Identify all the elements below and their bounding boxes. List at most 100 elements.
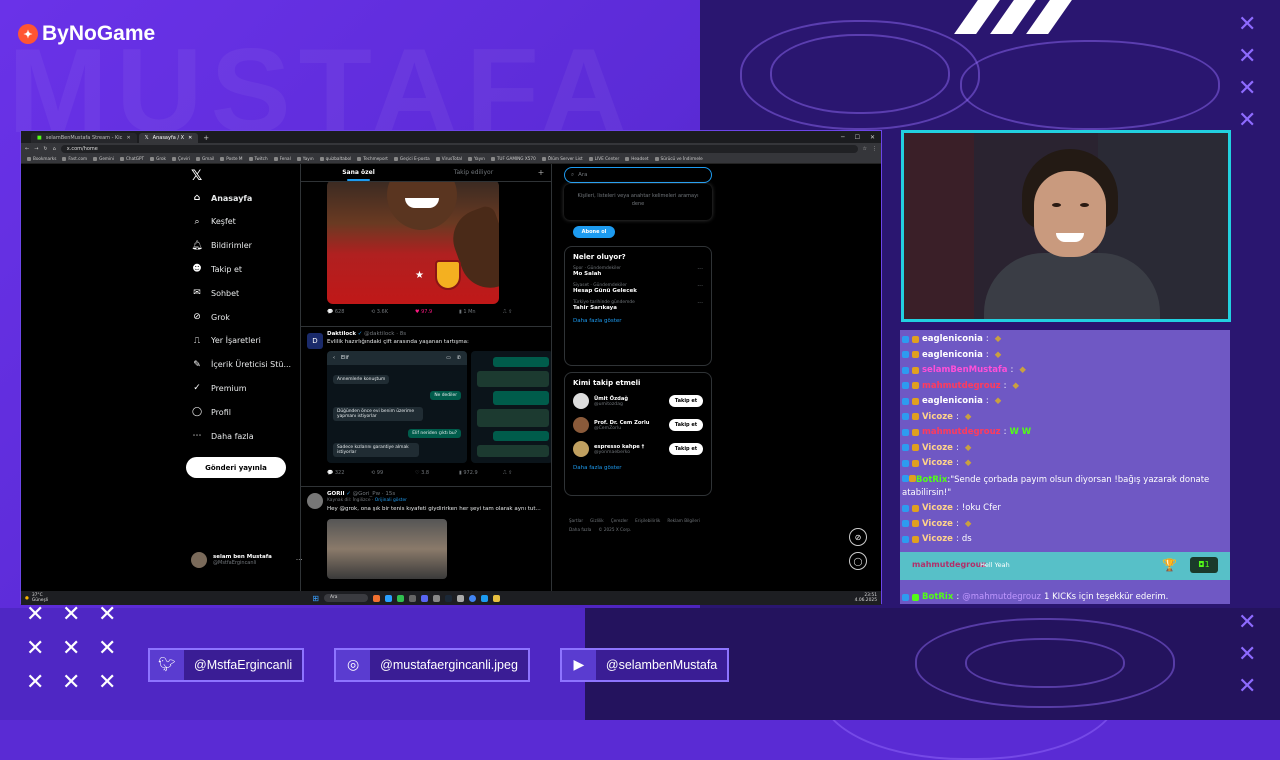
follow-suggestion[interactable]: Ümit Özdağ @umitozdag Takip et: [565, 389, 711, 413]
chat-username[interactable]: eagleniconia: [922, 334, 983, 344]
nav-item-bookmarks[interactable]: ⎍ Yer İşaretleri: [192, 336, 261, 346]
account-switcher[interactable]: selam ben Mustafa @MstfaErgincanli ···: [191, 552, 303, 568]
browser-tab[interactable]: ■ selamBenMustafa Stream - Kic ✕: [31, 133, 137, 143]
bookmark-item[interactable]: quizbaltabol: [319, 156, 351, 161]
post-image-tennis[interactable]: [327, 519, 447, 579]
subscribe-button[interactable]: Abone ol: [573, 226, 615, 238]
footer-link[interactable]: Daha fazla: [569, 525, 591, 534]
chat-username[interactable]: Vicoze: [922, 412, 953, 422]
app-icon[interactable]: [396, 594, 404, 602]
messages-icon[interactable]: ◯: [849, 552, 867, 570]
nav-item-creator-studio[interactable]: ✎ İçerik Üreticisi Stü...: [192, 360, 291, 370]
chat-username[interactable]: mahmutdegrouz: [922, 427, 1001, 437]
tab-for-you[interactable]: Sana özel: [301, 164, 416, 181]
follow-button[interactable]: Takip et: [669, 419, 703, 431]
avatar[interactable]: D: [307, 333, 323, 349]
browser-tab-active[interactable]: 𝕏 Anasayfa / X ✕: [138, 133, 199, 143]
follow-button[interactable]: Takip et: [669, 443, 703, 455]
back-icon[interactable]: ←: [25, 146, 29, 152]
chat-username[interactable]: mahmutdegrouz: [922, 381, 1001, 391]
weather-widget[interactable]: ● 37°C Güneşli: [25, 593, 48, 603]
tab-following[interactable]: Takip ediliyor: [416, 164, 531, 181]
view-count[interactable]: ▮ 972.9: [459, 470, 503, 476]
app-icon[interactable]: [456, 594, 464, 602]
footer-link[interactable]: Çerezler: [611, 516, 628, 525]
social-link[interactable]: ◎ @mustafaergincanli.jpeg: [334, 648, 530, 682]
avatar[interactable]: [307, 493, 323, 509]
windows-start-icon[interactable]: ⊞: [312, 594, 319, 603]
show-more-link[interactable]: Daha fazla göster: [565, 461, 711, 477]
post-gorii[interactable]: GORII ✓ @Gori_Pw · 15s Kaynak dil: İngil…: [301, 486, 551, 591]
post-button[interactable]: Gönderi yayınla: [186, 457, 286, 478]
bookmark-icon[interactable]: ⎍ ⇪: [503, 309, 547, 315]
url-field[interactable]: x.com/home: [60, 144, 858, 153]
follow-button[interactable]: Takip et: [669, 395, 703, 407]
bookmark-item[interactable]: Twitch: [248, 156, 268, 161]
chat-username[interactable]: selamBenMustafa: [922, 365, 1007, 375]
bookmark-item[interactable]: Yayın: [296, 156, 314, 161]
nav-item-explore[interactable]: ⌕ Keşfet: [192, 217, 235, 227]
nav-item-notifications[interactable]: 🔔︎ Bildirimler: [191, 241, 252, 251]
steam-icon[interactable]: [444, 594, 452, 602]
bookmark-item[interactable]: LIVE Center: [588, 156, 619, 161]
app-icon[interactable]: [480, 594, 488, 602]
bookmark-item[interactable]: Techmeport: [357, 156, 388, 161]
star-icon[interactable]: ☆: [863, 146, 867, 152]
post-image-chat[interactable]: ‹ Elif ▭ ✆ Annemlerle konuştum Ne dediler D…: [327, 351, 467, 463]
footer-link[interactable]: © 2025 X Corp.: [598, 525, 631, 534]
post-image-football-player[interactable]: ★: [327, 180, 499, 304]
highlight-username[interactable]: mahmutdegrouz: [912, 560, 986, 569]
more-icon[interactable]: ···: [697, 266, 703, 273]
chat-username[interactable]: Vicoze: [922, 443, 953, 453]
home-icon[interactable]: ⌂: [53, 146, 56, 152]
chat-mention[interactable]: @mahmutdegrouz: [962, 592, 1041, 602]
bookmark-item[interactable]: Poste M: [220, 156, 243, 161]
show-more-link[interactable]: Daha fazla göster: [565, 314, 711, 330]
chat-username[interactable]: Vicoze: [922, 458, 953, 468]
search-input[interactable]: ⌕ Ara: [564, 167, 712, 183]
avatar[interactable]: [573, 441, 589, 457]
minimize-icon[interactable]: ─: [841, 133, 845, 143]
nav-item-premium[interactable]: ✓ Premium: [192, 383, 246, 393]
close-icon[interactable]: ✕: [126, 133, 130, 143]
bookmark-item[interactable]: Gemini: [93, 156, 114, 161]
chat-username[interactable]: Vicoze: [922, 519, 953, 529]
post-image-chat-2[interactable]: [471, 351, 551, 463]
extensions-icon[interactable]: ⋮: [872, 146, 877, 152]
footer-link[interactable]: Erişilebilirlik: [635, 516, 660, 525]
app-icon[interactable]: [372, 594, 380, 602]
bookmark-icon[interactable]: ⎍ ⇪: [503, 470, 547, 476]
maximize-icon[interactable]: ☐: [855, 133, 860, 143]
folder-icon[interactable]: [492, 594, 500, 602]
bookmark-item[interactable]: Çeviri: [172, 156, 190, 161]
app-icon[interactable]: [384, 594, 392, 602]
chat-username[interactable]: Vicoze: [922, 534, 953, 544]
x-logo-icon[interactable]: 𝕏: [191, 168, 202, 184]
taskbar-search[interactable]: Ara: [323, 594, 368, 602]
show-original-link[interactable]: Orijinali göster: [375, 498, 407, 503]
post-author[interactable]: Daktilock: [327, 331, 356, 337]
view-count[interactable]: ▮ 1 Mn: [459, 309, 503, 315]
add-tab-icon[interactable]: +: [531, 164, 551, 181]
reply-count[interactable]: 💬 628: [327, 309, 371, 315]
bookmark-item[interactable]: Ölüm Server List: [541, 156, 583, 161]
chrome-icon[interactable]: [468, 594, 476, 602]
reply-count[interactable]: 💬 322: [327, 470, 371, 476]
clock[interactable]: 23:51 4.06.2025: [855, 593, 877, 603]
like-count[interactable]: ♥ 97.9: [415, 309, 459, 315]
avatar[interactable]: [573, 417, 589, 433]
trend-item[interactable]: Spor · Gündemdekiler Mo Salah ···: [565, 263, 711, 280]
follow-suggestion[interactable]: espresso kahpe † @yonmaeberko Takip et: [565, 437, 711, 461]
trend-item[interactable]: Siyaset · Gündemdekiler Hesap Günü Gelece…: [565, 280, 711, 297]
footer-link[interactable]: Şartlar: [569, 516, 583, 525]
close-window-icon[interactable]: ✕: [870, 133, 875, 143]
bookmark-item[interactable]: VirusTotal: [435, 156, 462, 161]
chat-username[interactable]: BotRix: [916, 475, 947, 485]
chat-username[interactable]: eagleniconia: [922, 396, 983, 406]
bookmark-item[interactable]: Fenal: [273, 156, 291, 161]
grok-icon[interactable]: ⊘: [849, 528, 867, 546]
footer-link[interactable]: Gizlilik: [590, 516, 604, 525]
repost-count[interactable]: ⟲ 99: [371, 470, 415, 476]
bookmark-item[interactable]: Fast.com: [62, 156, 87, 161]
trend-item[interactable]: Türkiye tarihinde gündemde Tahir Sarıkaya…: [565, 297, 711, 314]
